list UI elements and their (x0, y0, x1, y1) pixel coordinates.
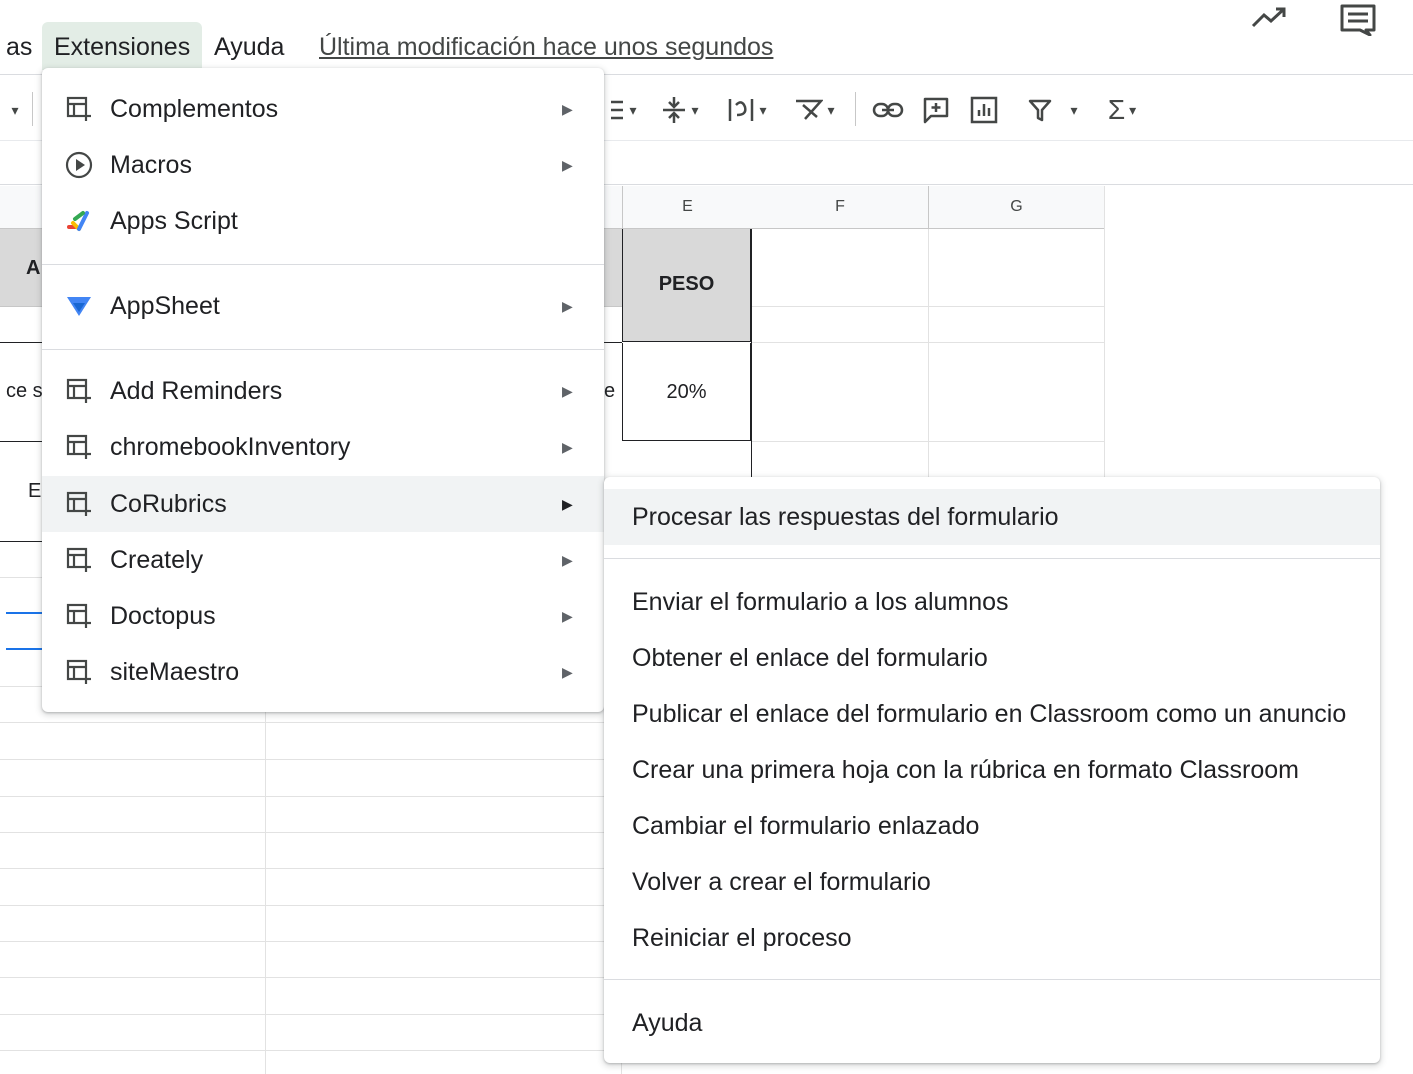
menu-item-creately[interactable]: Creately ▶ (42, 532, 604, 588)
menu-item-corubrics[interactable]: CoRubrics ▶ (42, 476, 604, 532)
menu-item-label: Creately (110, 545, 204, 574)
menu-item-doctopus[interactable]: Doctopus ▶ (42, 588, 604, 644)
menu-separator (604, 979, 1380, 980)
submenu-item-label: Obtener el enlace del formulario (632, 643, 988, 672)
submenu-item-label: Cambiar el formulario enlazado (632, 811, 980, 840)
toolbar-separator (855, 92, 856, 126)
submenu-item-ayuda[interactable]: Ayuda (604, 995, 1380, 1051)
apps-script-icon (64, 207, 94, 235)
align-icon[interactable]: ▾ (604, 90, 644, 130)
menu-item-chromebookinventory[interactable]: chromebookInventory ▶ (42, 419, 604, 475)
submenu-item-cambiar-formulario[interactable]: Cambiar el formulario enlazado (604, 798, 1380, 854)
menu-item-extensions[interactable]: Extensiones (42, 22, 203, 70)
add-on-icon (64, 658, 94, 686)
menu-item-label: Macros (110, 150, 192, 179)
submenu-arrow-icon: ▶ (562, 382, 573, 399)
column-header-f[interactable]: F (752, 186, 929, 229)
menu-item-label: Apps Script (110, 206, 238, 235)
cell-text-partial-d: e (604, 380, 616, 402)
cell-peso-value[interactable]: 20% (622, 343, 751, 441)
submenu-item-label: Procesar las respuestas del formulario (632, 502, 1059, 531)
submenu-item-label: Reiniciar el proceso (632, 923, 852, 952)
filter-icon[interactable]: ▾ (1018, 90, 1088, 130)
submenu-item-label: Volver a crear el formulario (632, 867, 931, 896)
text-rotation-icon[interactable]: ▾ (786, 90, 842, 130)
submenu-arrow-icon: ▶ (562, 100, 573, 117)
menu-item-apps-script[interactable]: Apps Script (42, 193, 604, 249)
link-icon[interactable] (868, 90, 908, 130)
submenu-item-label: Crear una primera hoja con la rúbrica en… (632, 755, 1299, 784)
column-header-g[interactable]: G (929, 186, 1105, 229)
submenu-item-label: Ayuda (632, 1008, 703, 1037)
functions-icon[interactable]: Σ ▾ (1096, 90, 1148, 130)
trending-icon[interactable] (1250, 6, 1290, 35)
menu-item-label: Add Reminders (110, 376, 283, 405)
menu-separator (42, 264, 604, 265)
menu-item-partial[interactable]: as (6, 22, 32, 70)
toolbar-separator (32, 92, 33, 126)
menu-item-help[interactable]: Ayuda (214, 22, 284, 70)
comments-history-icon[interactable] (1340, 4, 1376, 41)
menu-item-sitemaestro[interactable]: siteMaestro ▶ (42, 644, 604, 700)
menu-separator (42, 349, 604, 350)
header-cell-partial[interactable]: A (0, 229, 42, 307)
add-on-icon (64, 95, 94, 123)
submenu-arrow-icon: ▶ (562, 156, 573, 173)
play-circle-icon (64, 151, 94, 179)
submenu-item-volver-crear[interactable]: Volver a crear el formulario (604, 854, 1380, 910)
menu-item-appsheet[interactable]: AppSheet ▶ (42, 278, 604, 334)
cell-text-partial-row: ce s (6, 380, 43, 402)
menu-item-label: chromebookInventory (110, 432, 351, 461)
menu-item-macros[interactable]: Macros ▶ (42, 137, 604, 193)
menu-item-label: CoRubrics (110, 489, 227, 518)
menu-bar: as Extensiones Ayuda Última modificación… (0, 22, 1413, 74)
chart-icon[interactable] (966, 90, 1002, 130)
selection-border (6, 648, 42, 650)
add-on-icon (64, 602, 94, 630)
last-edit-link[interactable]: Última modificación hace unos segundos (319, 22, 773, 70)
text-direction-icon[interactable]: ▾ (718, 90, 776, 130)
menu-item-label: siteMaestro (110, 657, 240, 686)
add-on-icon (64, 490, 94, 518)
submenu-item-reiniciar[interactable]: Reiniciar el proceso (604, 910, 1380, 966)
submenu-item-label: Enviar el formulario a los alumnos (632, 587, 1009, 616)
line-spacing-icon[interactable]: ▾ (654, 90, 706, 130)
toolbar-partial-caret[interactable]: ▾ (4, 90, 22, 130)
menu-separator (604, 558, 1380, 559)
menu-item-label: Doctopus (110, 601, 216, 630)
cell-text-partial-e: E (28, 480, 42, 502)
menu-item-label: AppSheet (110, 291, 220, 320)
appsheet-icon (64, 292, 94, 320)
menu-item-add-reminders[interactable]: Add Reminders ▶ (42, 363, 604, 419)
cell-peso-header[interactable]: PESO (622, 229, 751, 342)
submenu-item-obtener-enlace[interactable]: Obtener el enlace del formulario (604, 630, 1380, 686)
submenu-item-crear-hoja[interactable]: Crear una primera hoja con la rúbrica en… (604, 742, 1380, 798)
menu-item-complementos[interactable]: Complementos ▶ (42, 81, 604, 137)
extensions-menu: Complementos ▶ Macros ▶ Apps Script AppS… (42, 68, 604, 712)
submenu-item-label: Publicar el enlace del formulario en Cla… (632, 699, 1347, 728)
submenu-item-procesar[interactable]: Procesar las respuestas del formulario (604, 489, 1380, 545)
submenu-item-publicar-classroom[interactable]: Publicar el enlace del formulario en Cla… (604, 686, 1380, 742)
selection-border (6, 612, 42, 614)
add-on-icon (64, 433, 94, 461)
submenu-arrow-icon: ▶ (562, 495, 573, 512)
submenu-arrow-icon: ▶ (562, 551, 573, 568)
column-header-e[interactable]: E (622, 186, 753, 229)
menu-item-label: Complementos (110, 94, 279, 123)
submenu-item-enviar[interactable]: Enviar el formulario a los alumnos (604, 574, 1380, 630)
cell-text-a: A (26, 257, 41, 279)
header-cell-partial-d[interactable] (604, 229, 622, 307)
corubrics-submenu: Procesar las respuestas del formulario E… (604, 477, 1380, 1063)
submenu-arrow-icon: ▶ (562, 438, 573, 455)
comment-icon[interactable] (918, 90, 954, 130)
submenu-arrow-icon: ▶ (562, 297, 573, 314)
add-on-icon (64, 377, 94, 405)
submenu-arrow-icon: ▶ (562, 607, 573, 624)
add-on-icon (64, 546, 94, 574)
submenu-arrow-icon: ▶ (562, 663, 573, 680)
